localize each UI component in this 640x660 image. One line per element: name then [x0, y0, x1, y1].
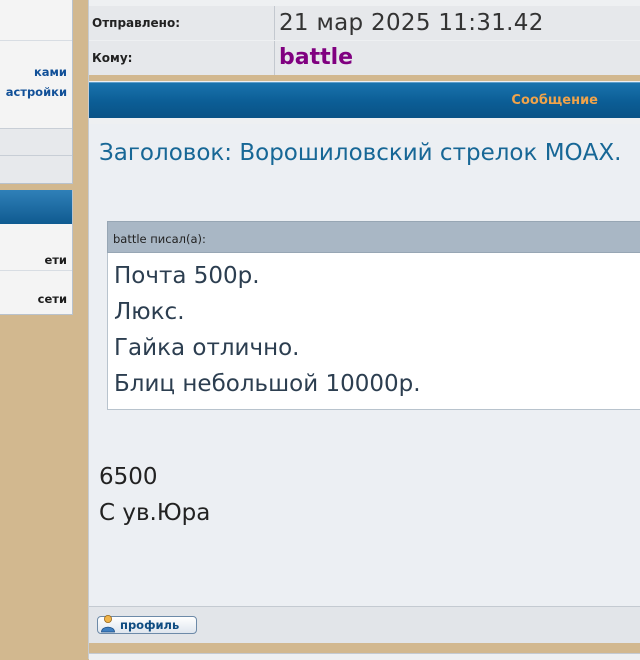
recipient-name[interactable]: battle — [279, 41, 353, 75]
sidebar-item-1[interactable]: ети — [44, 253, 67, 267]
message-header-label: Сообщение — [511, 93, 598, 108]
quote-header: battle писал(а): — [107, 221, 640, 253]
sidebar-divider — [0, 40, 72, 41]
sidebar-link-1[interactable]: ками — [34, 65, 67, 79]
sent-row: Отправлено: 21 мар 2025 11:31.42 — [89, 6, 640, 40]
sidebar-panel-bottom: ети сети — [0, 190, 73, 315]
sidebar-divider — [0, 270, 72, 271]
reply-line: 6500 — [99, 464, 158, 490]
sidebar-row — [0, 155, 72, 183]
message-body: Заголовок: Ворошиловский стрелок МОАХ. b… — [89, 124, 640, 606]
quote-author: battle писал(а): — [113, 232, 206, 246]
sidebar-item-2[interactable]: сети — [38, 292, 67, 306]
quote-line: Люкс. — [114, 299, 185, 325]
profile-button-label: профиль — [120, 618, 180, 632]
sidebar-panel-header — [0, 190, 72, 224]
sent-date: 21 мар 2025 11:31.42 — [279, 10, 544, 36]
quote-block: Почта 500р. Люкс. Гайка отлично. Блиц не… — [107, 253, 640, 410]
private-message-panel: Отправлено: 21 мар 2025 11:31.42 Кому: b… — [88, 0, 640, 660]
recipient-label: Кому: — [89, 41, 275, 75]
quote-line: Гайка отлично. — [114, 335, 300, 361]
message-header-bar: Сообщение — [89, 82, 640, 118]
sidebar-link-2[interactable]: астройки — [6, 85, 67, 99]
sidebar-row — [0, 128, 72, 156]
profile-button[interactable]: профиль — [97, 615, 197, 634]
message-footer: профиль — [89, 606, 640, 644]
row-separator — [89, 75, 640, 81]
message-subject: Заголовок: Ворошиловский стрелок МОАХ. — [99, 140, 622, 166]
sidebar-panel-top: ками астройки — [0, 0, 73, 184]
reply-line: С ув.Юра — [99, 500, 211, 526]
quote-line: Блиц небольшой 10000р. — [114, 371, 421, 397]
user-icon — [101, 615, 115, 633]
quote-line: Почта 500р. — [114, 263, 260, 289]
recipient-row: Кому: battle — [89, 41, 640, 75]
sent-label: Отправлено: — [89, 6, 275, 40]
